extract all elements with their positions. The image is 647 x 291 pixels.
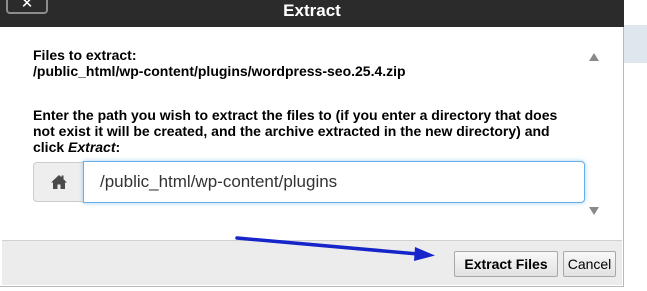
files-to-extract-label: Files to extract: [33, 47, 137, 63]
background-highlight-strip [624, 25, 647, 63]
scroll-up-arrow-icon[interactable] [588, 52, 600, 62]
dialog-title: Extract [283, 1, 341, 20]
annotation-arrow-icon [235, 236, 435, 261]
instructions-colon: : [115, 139, 121, 155]
instructions-emphasis: Extract [68, 139, 116, 155]
home-icon [51, 175, 67, 189]
destination-input-group [33, 161, 585, 203]
cancel-button[interactable]: Cancel [563, 251, 616, 277]
dialog-titlebar: Extract [0, 0, 624, 27]
extract-files-button[interactable]: Extract Files [454, 251, 558, 277]
files-to-extract-path: /public_html/wp-content/plugins/wordpres… [33, 63, 406, 79]
close-icon: ✕ [20, 0, 34, 12]
home-addon [33, 162, 83, 202]
scroll-down-arrow-icon[interactable] [588, 206, 600, 216]
destination-path-input[interactable] [83, 161, 585, 203]
extract-instructions: Enter the path you wish to extract the f… [33, 107, 573, 155]
close-button[interactable]: ✕ [6, 0, 48, 14]
